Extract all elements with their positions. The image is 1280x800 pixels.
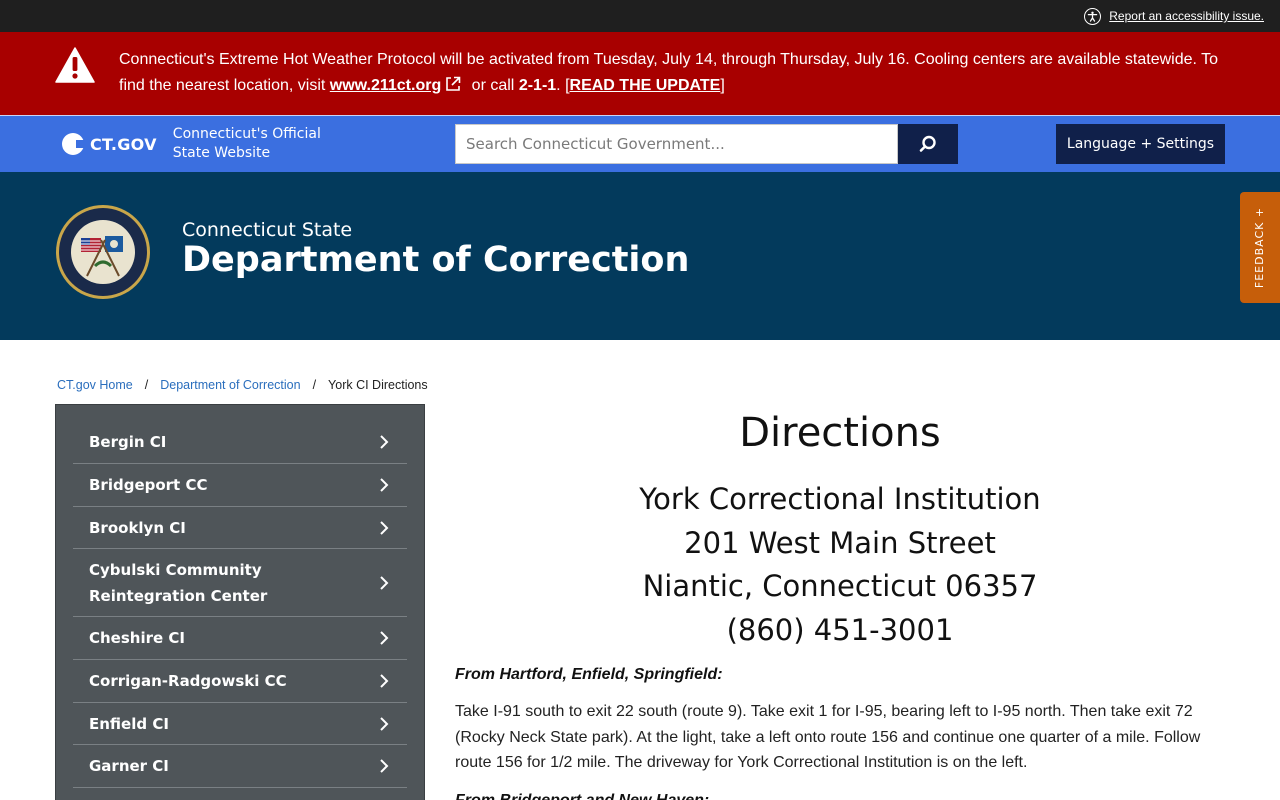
sidebar-item-cheshire-ci[interactable]: Cheshire CI	[73, 617, 407, 660]
facility-sidebar: Bergin CI Bridgeport CC Brooklyn CI Cybu…	[55, 404, 425, 800]
sidebar-item-bridgeport-cc[interactable]: Bridgeport CC	[73, 464, 407, 507]
sidebar-item-corrigan-radgowski-cc[interactable]: Corrigan-Radgowski CC	[73, 660, 407, 703]
accessibility-report-link[interactable]: Report an accessibility issue.	[1084, 7, 1264, 25]
route-directions: Take I-91 south to exit 22 south (route …	[455, 703, 1201, 771]
street-address: 201 West Main Street	[684, 525, 996, 560]
sidebar-item-garner-ci[interactable]: Garner CI	[73, 745, 407, 788]
chevron-right-icon	[380, 478, 389, 492]
chevron-right-icon	[380, 575, 389, 590]
read-update-link[interactable]: READ THE UPDATE	[570, 77, 721, 94]
route-heading: From Hartford, Enfield, Springfield:	[455, 666, 723, 683]
alert-banner: Connecticut's Extreme Hot Weather Protoc…	[0, 32, 1280, 115]
sidebar-item-brooklyn-ci[interactable]: Brooklyn CI	[73, 507, 407, 549]
sidebar-item-label: Garner CI	[89, 757, 169, 775]
ctgov-logo[interactable]: CT.GOV	[62, 133, 157, 155]
breadcrumb-current: York CI Directions	[328, 378, 428, 392]
call-number: 2-1-1	[518, 77, 557, 94]
utility-bar: Report an accessibility issue.	[0, 0, 1280, 32]
warning-icon	[55, 47, 95, 83]
facility-address: York Correctional Institution 201 West M…	[455, 478, 1225, 652]
alert-message: Connecticut's Extreme Hot Weather Protoc…	[119, 51, 1219, 94]
search-icon	[919, 135, 936, 152]
main-content: Directions York Correctional Institution…	[455, 400, 1225, 800]
sidebar-item-cybulski-crc[interactable]: Cybulski Community Reintegration Center	[73, 549, 407, 617]
city-state-zip: Niantic, Connecticut 06357	[642, 569, 1038, 603]
doc-seal-logo[interactable]	[55, 204, 151, 300]
sidebar-item-label: Cheshire CI	[89, 629, 185, 647]
sidebar-item-label: Bridgeport CC	[89, 476, 208, 494]
sidebar-item-label: Corrigan-Radgowski CC	[89, 672, 287, 690]
accessibility-link-label: Report an accessibility issue.	[1109, 9, 1264, 23]
chevron-right-icon	[380, 520, 389, 535]
211ct-link[interactable]: www.211ct.org	[330, 77, 441, 94]
search-button[interactable]	[898, 124, 958, 164]
sidebar-item-label: Bergin CI	[89, 433, 167, 451]
breadcrumb-department[interactable]: Department of Correction	[160, 378, 300, 392]
facility-name: York Correctional Institution	[639, 482, 1041, 516]
agency-subtitle: Connecticut State	[182, 219, 353, 241]
sidebar-item-label: Cybulski Community Reintegration Center	[89, 560, 268, 605]
chevron-right-icon	[380, 716, 389, 731]
agency-title: Department of Correction	[182, 240, 690, 280]
sidebar-item-label: Brooklyn CI	[89, 518, 186, 537]
breadcrumb-separator: /	[312, 378, 317, 392]
ctgov-tagline: Connecticut's Official State Website	[172, 126, 321, 161]
page-title: Directions	[739, 410, 941, 456]
chevron-right-icon	[380, 674, 389, 688]
chevron-right-icon	[380, 631, 389, 645]
agency-banner: Connecticut State Department of Correcti…	[0, 172, 1280, 340]
sidebar-item-bergin-ci[interactable]: Bergin CI	[73, 405, 407, 464]
ctgov-header: CT.GOV Connecticut's Official State Webs…	[0, 115, 1280, 172]
chevron-right-icon	[380, 759, 389, 773]
breadcrumb: CT.gov Home / Department of Correction /…	[57, 378, 428, 392]
chevron-right-icon	[380, 435, 389, 449]
ctgov-logo-icon	[62, 133, 85, 155]
breadcrumb-home[interactable]: CT.gov Home	[57, 378, 133, 392]
phone-number: (860) 451-3001	[726, 612, 954, 647]
sidebar-item-label: Enfield CI	[89, 714, 169, 733]
feedback-tab[interactable]: FEEDBACK +	[1240, 192, 1280, 303]
search-form	[455, 124, 958, 164]
sidebar-item-enfield-ci[interactable]: Enfield CI	[73, 703, 407, 745]
language-settings-button[interactable]: Language + Settings	[1056, 124, 1225, 164]
breadcrumb-separator: /	[144, 378, 149, 392]
accessibility-icon	[1084, 7, 1102, 25]
route-heading: From Bridgeport and New Haven:	[455, 791, 710, 800]
search-input[interactable]	[455, 124, 898, 164]
feedback-label: FEEDBACK +	[1253, 206, 1267, 289]
external-link-icon	[446, 76, 461, 91]
